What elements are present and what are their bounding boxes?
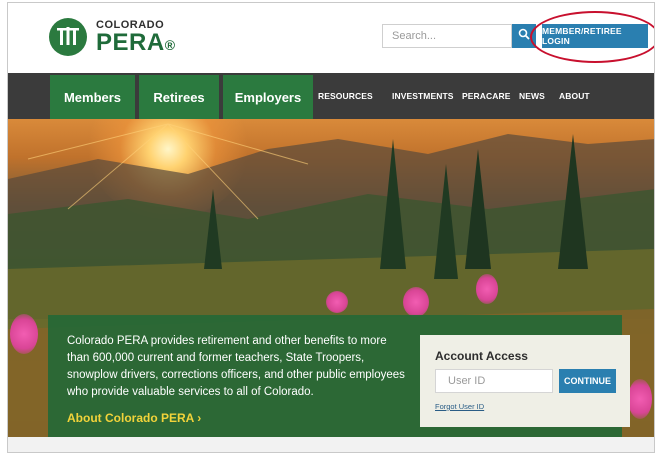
flower-decoration [628,379,652,419]
nav-tab-retirees[interactable]: Retirees [139,75,219,119]
flower-decoration [476,274,498,304]
nav-link-about[interactable]: ABOUT [559,73,590,119]
logo-registered-mark: ® [164,36,176,53]
flower-decoration [326,291,348,313]
search-input[interactable]: Search... [382,24,512,48]
forgot-user-id-link[interactable]: Forgot User ID [435,402,484,411]
pera-logo-icon [48,17,88,57]
page-frame: COLORADO PERA® Search... MEMBER/RETIREE … [7,2,655,453]
account-access-panel: Account Access User ID CONTINUE Forgot U… [420,335,630,427]
hero-image: Colorado PERA provides retirement and ot… [8,119,654,437]
nav-link-news[interactable]: NEWS [519,73,545,119]
nav-tab-employers[interactable]: Employers [223,75,313,119]
intro-text: Colorado PERA provides retirement and ot… [67,335,405,398]
nav-link-resources[interactable]: RESOURCES [318,73,373,119]
account-access-title: Account Access [435,349,528,363]
nav-link-investments[interactable]: INVESTMENTS [392,73,454,119]
flower-decoration [403,287,429,317]
content-strip [8,437,654,452]
about-colorado-pera-link[interactable]: About Colorado PERA › [67,411,201,425]
nav-link-peracare[interactable]: PERACARE [462,73,511,119]
search-icon [518,27,530,45]
annotation-circle [530,11,654,63]
colorado-pera-logo[interactable]: COLORADO PERA® [48,17,176,57]
nav-tab-members[interactable]: Members [50,75,135,119]
flower-decoration [10,314,38,354]
main-nav: Members Retirees Employers RESOURCES INV… [8,73,654,119]
intro-panel: Colorado PERA provides retirement and ot… [48,315,630,437]
logo-big-text: PERA [96,28,165,56]
site-header: COLORADO PERA® Search... MEMBER/RETIREE … [8,3,654,73]
continue-button[interactable]: CONTINUE [559,369,616,393]
user-id-input[interactable]: User ID [435,369,553,393]
